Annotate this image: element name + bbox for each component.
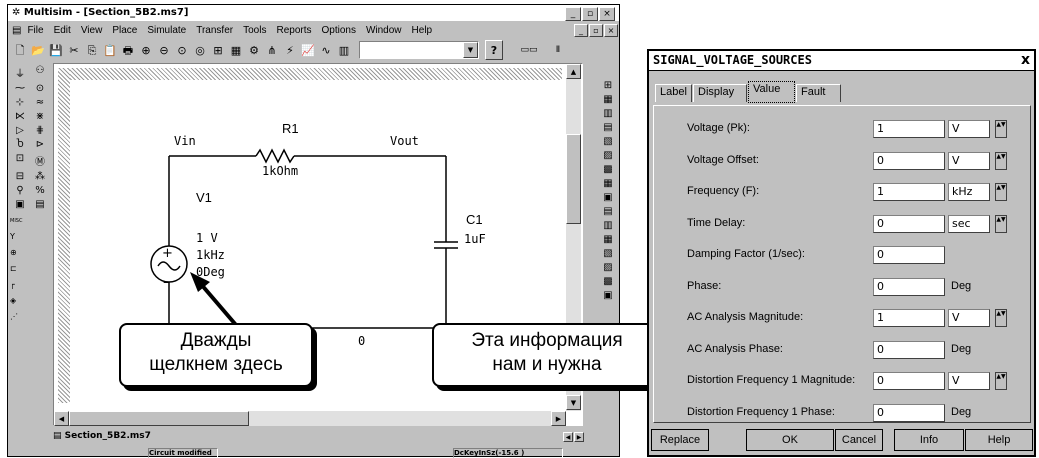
info-button[interactable]: Info <box>894 429 964 451</box>
callout-right-line1: Эта информация <box>471 330 623 351</box>
tab-label[interactable]: Label <box>655 84 692 102</box>
callout-info-needed: Эта информация нам и нужна <box>432 323 662 387</box>
tab-value[interactable]: Value <box>748 81 795 103</box>
param-label: Voltage (Pk): <box>687 122 750 134</box>
param-label: Phase: <box>687 279 722 292</box>
tab-display[interactable]: Display <box>693 84 747 102</box>
unit-field[interactable]: V <box>948 309 990 327</box>
replace-button[interactable]: Replace <box>651 429 709 451</box>
dialog-title: SIGNAL_VOLTAGE_SOURCES <box>653 53 812 67</box>
param-value-field[interactable]: 1 <box>873 120 945 138</box>
param-label: Distortion Frequency 1 Magnitude: <box>687 374 856 386</box>
param-value-field[interactable]: 0 <box>873 372 945 390</box>
param-label: AC Analysis Phase: <box>687 342 783 355</box>
unit-field[interactable]: sec <box>948 214 990 233</box>
unit-field[interactable]: V <box>948 151 990 170</box>
properties-dialog: SIGNAL_VOLTAGE_SOURCES x Label Display Val… <box>647 49 1036 457</box>
value-tab-panel: Voltage (Pk): 1 V ▲▼ Voltage Offset: 0 V ▲▼ Freq… <box>653 105 1031 423</box>
unit-spinner-icon[interactable]: ▲▼ <box>995 309 1007 327</box>
callout-double-click: Дважды щелкнем здесь <box>119 323 313 387</box>
param-value-field[interactable]: 0 <box>873 277 945 296</box>
dialog-titlebar: SIGNAL_VOLTAGE_SOURCES x <box>649 51 1034 71</box>
unit-spinner-icon[interactable]: ▲▼ <box>995 151 1007 170</box>
unit-field[interactable]: V <box>948 120 990 138</box>
param-value-field[interactable]: 0 <box>873 151 945 170</box>
param-value-field[interactable]: 0 <box>873 403 945 422</box>
param-label: Distortion Frequency 1 Phase: <box>687 405 835 418</box>
param-label: Voltage Offset: <box>687 153 759 166</box>
unit-spinner-icon[interactable]: ▲▼ <box>995 183 1007 201</box>
callout-left-line2: щелкнем здесь <box>149 354 283 375</box>
unit-label: Deg <box>951 279 972 292</box>
dialog-close-icon[interactable]: x <box>1021 52 1030 68</box>
param-value-field[interactable]: 0 <box>873 340 945 359</box>
callout-right-line2: нам и нужна <box>492 354 602 375</box>
unit-field[interactable]: kHz <box>948 183 990 201</box>
param-label: Time Delay: <box>687 216 746 229</box>
unit-field[interactable]: V <box>948 372 990 390</box>
help-dialog-button[interactable]: Help <box>965 429 1033 451</box>
unit-label: Deg <box>951 342 972 355</box>
param-value-field[interactable]: 1 <box>873 183 945 201</box>
param-value-field[interactable]: 0 <box>873 214 945 233</box>
unit-spinner-icon[interactable]: ▲▼ <box>995 214 1007 233</box>
param-label: Damping Factor (1/sec): <box>687 248 805 260</box>
unit-spinner-icon[interactable]: ▲▼ <box>995 372 1007 390</box>
unit-label: Deg <box>951 405 972 418</box>
callout-left-line1: Дважды <box>180 330 252 351</box>
param-label: Frequency (F): <box>687 185 760 197</box>
param-value-field[interactable]: 0 <box>873 246 945 264</box>
param-value-field[interactable]: 1 <box>873 309 945 327</box>
cancel-button[interactable]: Cancel <box>835 429 883 451</box>
unit-spinner-icon[interactable]: ▲▼ <box>995 120 1007 138</box>
param-label: AC Analysis Magnitude: <box>687 311 804 323</box>
ok-button[interactable]: OK <box>746 429 834 451</box>
tab-fault[interactable]: Fault <box>796 84 841 102</box>
